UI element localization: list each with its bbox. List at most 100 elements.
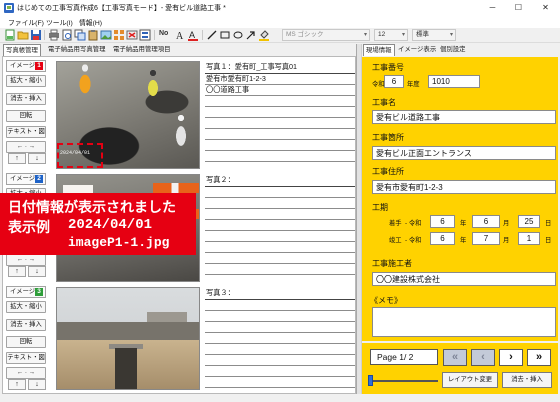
end-day-field[interactable] xyxy=(518,232,540,245)
day-unit: 日 xyxy=(545,220,552,227)
copy-photo-icon[interactable] xyxy=(74,29,86,41)
end-month-field[interactable] xyxy=(472,232,500,245)
print-icon[interactable] xyxy=(48,29,60,41)
prev-next-button[interactable]: ← · → xyxy=(6,367,46,379)
font-style-value: 標準 xyxy=(416,31,429,38)
photo-number-button[interactable]: No xyxy=(159,30,168,37)
image-label-3[interactable]: イメージ 3 xyxy=(6,286,46,298)
start-month-field[interactable] xyxy=(472,215,500,228)
zoom-button[interactable]: 拡大・縮小 xyxy=(6,75,46,87)
font-a-icon[interactable]: A xyxy=(174,29,186,41)
delete-photo-icon[interactable] xyxy=(126,29,138,41)
move-down-icon[interactable]: ↓ xyxy=(28,266,46,277)
menu-file[interactable]: ファイル(F) xyxy=(8,17,44,27)
prev-page-icon[interactable]: ‹ xyxy=(471,349,495,366)
period-label: 工期 xyxy=(372,203,388,212)
caption-line: 〇〇道路工事 xyxy=(206,85,250,94)
fiscal-year-field[interactable] xyxy=(384,75,404,88)
photo-settings-icon[interactable] xyxy=(139,29,151,41)
minimize-icon[interactable]: ─ xyxy=(480,0,505,16)
svg-text:A: A xyxy=(176,31,184,41)
start-year-field[interactable] xyxy=(430,215,455,228)
memo-field[interactable] xyxy=(372,307,556,337)
fill-color-icon[interactable] xyxy=(258,29,270,41)
image-label-1[interactable]: イメージ 1 xyxy=(6,60,46,72)
page-indicator: Page 1/ 2 xyxy=(370,349,438,365)
layout-change-button[interactable]: レイアウト変更 xyxy=(442,372,498,388)
year-unit: 年 xyxy=(460,237,467,244)
font-size-value: 12 xyxy=(378,31,386,38)
start-label: 着手 xyxy=(389,220,402,227)
chevron-down-icon: ▾ xyxy=(449,32,453,38)
line-icon[interactable] xyxy=(206,29,218,41)
image-label-text: イメージ xyxy=(10,62,36,69)
font-style-combo[interactable]: 標準 ▾ xyxy=(412,29,456,41)
contractor-field[interactable] xyxy=(372,272,556,286)
paste-photo-icon[interactable] xyxy=(87,29,99,41)
caption-area-3[interactable]: 写真３： xyxy=(205,286,355,390)
caption-line: 愛有市愛有町1-2-3 xyxy=(206,74,266,83)
add-image-icon[interactable] xyxy=(100,29,112,41)
last-page-icon[interactable]: » xyxy=(527,349,551,366)
caption-area-2[interactable]: 写真２： xyxy=(205,173,355,282)
erase-insert-button[interactable]: 消去・挿入 xyxy=(6,319,46,331)
new-file-icon[interactable] xyxy=(4,29,16,41)
tab-electronic-items[interactable]: 電子納品用管理項目 xyxy=(111,44,173,56)
move-up-icon[interactable]: ↑ xyxy=(8,266,26,277)
open-folder-icon[interactable] xyxy=(17,29,29,41)
rotate-button[interactable]: 回転 xyxy=(6,110,46,122)
font-a-color-icon[interactable]: A xyxy=(187,29,199,41)
photo-3[interactable] xyxy=(56,287,200,390)
menu-info[interactable]: 情報(H) xyxy=(79,17,102,27)
page-slider-thumb[interactable] xyxy=(368,375,373,386)
project-number-field[interactable] xyxy=(428,75,480,88)
erase-insert-button[interactable]: 消去・挿入 xyxy=(6,93,46,105)
image-label-2[interactable]: イメージ 2 xyxy=(6,173,46,185)
page-erase-insert-button[interactable]: 消去・挿入 xyxy=(502,372,552,388)
image-list-icon[interactable] xyxy=(113,29,125,41)
ellipse-icon[interactable] xyxy=(232,29,244,41)
tab-individual-settings[interactable]: 個別設定 xyxy=(438,44,468,56)
move-down-icon[interactable]: ↓ xyxy=(28,153,46,164)
font-size-combo[interactable]: 12 ▾ xyxy=(374,29,408,41)
prev-next-button[interactable]: ← · → xyxy=(6,254,46,266)
location-field[interactable] xyxy=(372,146,556,160)
tab-album-management[interactable]: 写真帳管理 xyxy=(3,44,41,56)
address-field[interactable] xyxy=(372,180,556,194)
page-slider-track[interactable] xyxy=(370,380,438,382)
rectangle-icon[interactable] xyxy=(219,29,231,41)
fiscal-year-suffix: 年度 xyxy=(407,81,420,88)
tab-site-info[interactable]: 現場情報 xyxy=(363,44,395,56)
text-figure-button[interactable]: テキスト・図 xyxy=(6,352,46,364)
chevron-down-icon: ▾ xyxy=(401,32,405,38)
end-era-label: - 令和 xyxy=(405,237,422,244)
zoom-button[interactable]: 拡大・縮小 xyxy=(6,301,46,313)
prev-next-button[interactable]: ← · → xyxy=(6,141,46,153)
image-number-badge: 1 xyxy=(35,62,43,70)
end-year-field[interactable] xyxy=(430,232,455,245)
project-number-label: 工事番号 xyxy=(372,63,404,72)
page-navigator: Page 1/ 2 « ‹ › » レイアウト変更 消去・挿入 xyxy=(362,343,558,394)
close-icon[interactable]: ✕ xyxy=(533,0,558,16)
caption-area-1[interactable]: 写真１：愛有町_工事写真01 愛有市愛有町1-2-3 〇〇道路工事 xyxy=(205,60,355,169)
text-figure-button[interactable]: テキスト・図 xyxy=(6,126,46,138)
menu-tools[interactable]: ツール(I) xyxy=(46,17,73,27)
project-name-label: 工事名 xyxy=(372,98,396,107)
save-icon[interactable] xyxy=(30,29,42,41)
start-day-field[interactable] xyxy=(518,215,540,228)
print-preview-icon[interactable] xyxy=(61,29,73,41)
font-name-combo[interactable]: MS ゴシック ▾ xyxy=(282,29,370,41)
rotate-button[interactable]: 回転 xyxy=(6,336,46,348)
project-name-field[interactable] xyxy=(372,110,556,124)
move-up-icon[interactable]: ↑ xyxy=(8,379,26,390)
next-page-icon[interactable]: › xyxy=(499,349,523,366)
tab-electronic-photo[interactable]: 電子納品用写真管理 xyxy=(46,44,108,56)
maximize-icon[interactable]: ☐ xyxy=(506,0,531,16)
move-down-icon[interactable]: ↓ xyxy=(28,379,46,390)
month-unit: 月 xyxy=(503,220,510,227)
arrow-shape-icon[interactable] xyxy=(245,29,257,41)
first-page-icon[interactable]: « xyxy=(443,349,467,366)
move-up-icon[interactable]: ↑ xyxy=(8,153,26,164)
tab-image-display[interactable]: イメージ表示 xyxy=(396,44,438,56)
month-unit: 月 xyxy=(503,237,510,244)
